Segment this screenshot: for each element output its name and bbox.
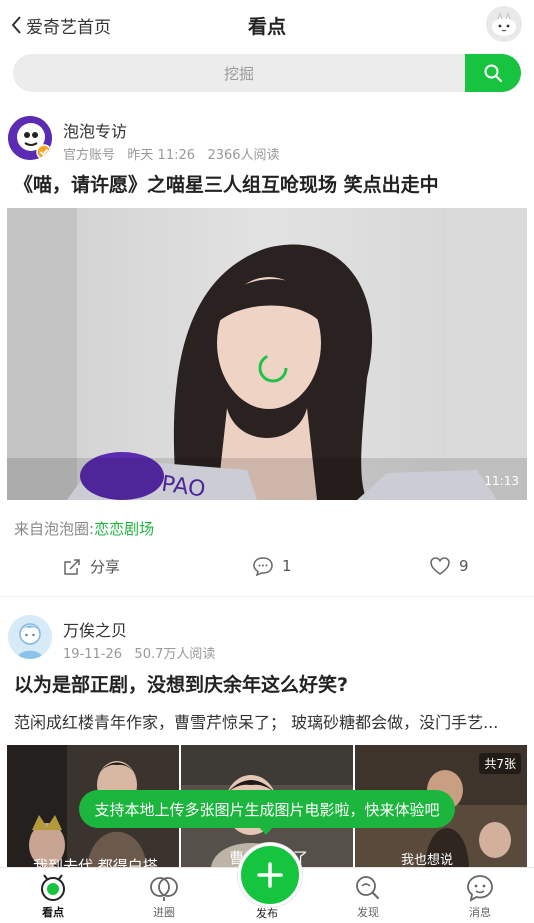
tab-kandian[interactable]: 看点 [23, 872, 83, 920]
author-avatar[interactable] [8, 615, 52, 659]
post-title[interactable]: 《喵，请许愿》之喵星三人组互呛现场 笑点出走中 [14, 170, 439, 197]
tab-label: 消息 [469, 906, 491, 919]
heart-icon [430, 557, 450, 575]
discover-icon [356, 876, 379, 899]
video-thumbnail: PAOPAO [7, 208, 527, 500]
message-icon [467, 875, 493, 902]
share-icon [64, 558, 80, 575]
comment-button[interactable]: 1 [252, 556, 292, 576]
video-duration: 11:13 [484, 474, 519, 488]
image-count-badge: 共7张 [479, 753, 521, 774]
tab-label: 看点 [42, 906, 64, 919]
tab-messages[interactable]: 消息 [450, 872, 510, 920]
source-prefix: 来自泡泡圈: [14, 520, 95, 538]
account-type: 官方账号 [63, 148, 116, 163]
plus-icon [257, 862, 283, 888]
thumbnail-caption: 我也想说 [401, 853, 454, 867]
thumbnail-caption: 我到去代 都得白搭 [33, 857, 158, 867]
tab-discover[interactable]: 发现 [338, 872, 398, 920]
like-button[interactable]: 9 [429, 556, 469, 576]
post-time: 昨天 11:26 [127, 148, 196, 163]
author-name[interactable]: 泡泡专访 [63, 118, 127, 142]
read-count: 2366人阅读 [207, 148, 280, 163]
kandian-icon [41, 874, 65, 901]
post-meta: 官方账号 昨天 11:26 2366人阅读 [63, 144, 280, 163]
post-excerpt[interactable]: 范闲成红楼青年作家，曹雪芹惊呆了； 玻璃砂糖都会做，没门手艺... [14, 709, 498, 733]
post-meta: 19-11-26 50.7万人阅读 [63, 643, 215, 662]
upload-tip-tooltip[interactable]: 支持本地上传多张图片生成图片电影啦，快来体验吧 [79, 790, 455, 828]
read-count: 50.7万人阅读 [134, 647, 216, 662]
default-avatar-icon [8, 615, 52, 659]
like-count: 9 [459, 557, 469, 575]
comment-icon [253, 557, 273, 576]
post-time: 19-11-26 [63, 647, 123, 662]
author-avatar[interactable] [8, 116, 52, 160]
comment-count: 1 [282, 557, 292, 575]
video-player[interactable]: PAOPAO 11:13 [7, 208, 527, 500]
source-circle: 来自泡泡圈:恋恋剧场 [14, 518, 154, 539]
circle-icon [150, 877, 178, 901]
paopao-mascot-icon [8, 116, 52, 160]
tab-label: 发现 [357, 906, 379, 919]
tab-circle[interactable]: 进圈 [134, 872, 194, 920]
publish-button[interactable] [238, 843, 302, 907]
source-circle-link[interactable]: 恋恋剧场 [94, 520, 154, 538]
tab-label: 进圈 [153, 906, 175, 919]
share-label: 分享 [90, 558, 121, 576]
tooltip-arrow [258, 826, 274, 835]
author-name[interactable]: 万俟之贝 [63, 617, 127, 641]
feed-post[interactable]: 泡泡专访 官方账号 昨天 11:26 2366人阅读 《喵，请许愿》之喵星三人组… [0, 0, 534, 597]
publish-label: 发布 [256, 907, 278, 920]
share-button[interactable]: 分享 [62, 556, 120, 577]
post-title[interactable]: 以为是部正剧，没想到庆余年这么好笑? [14, 670, 348, 697]
